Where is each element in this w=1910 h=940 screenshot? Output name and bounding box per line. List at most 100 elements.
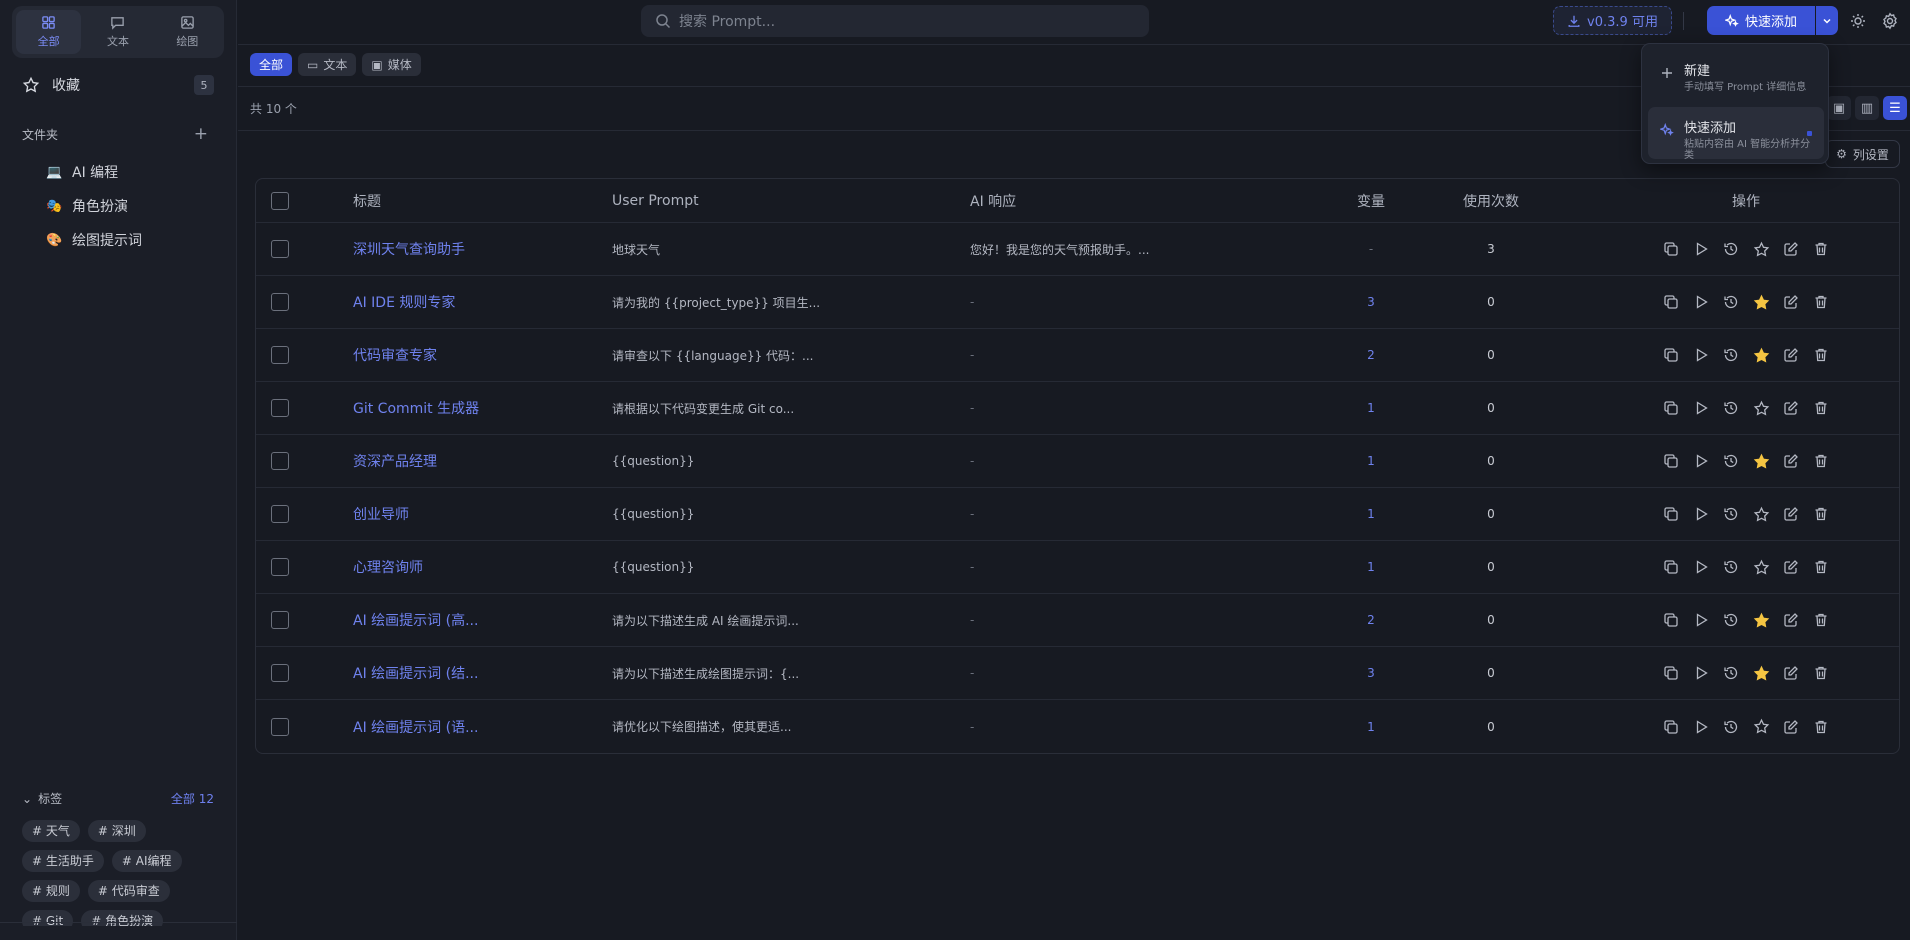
copy-icon[interactable]	[1662, 293, 1680, 311]
row-checkbox[interactable]	[271, 505, 289, 523]
prompt-title-link[interactable]: 深圳天气查询助手	[353, 223, 593, 275]
history-icon[interactable]	[1722, 452, 1740, 470]
header-title[interactable]: 标题	[353, 179, 593, 222]
variables-count[interactable]: 2	[1341, 594, 1401, 646]
play-icon[interactable]	[1692, 558, 1710, 576]
play-icon[interactable]	[1692, 346, 1710, 364]
prompt-title-link[interactable]: AI 绘画提示词 (高...	[353, 594, 593, 646]
tags-header[interactable]: ⌄ 标签 全部 12	[22, 790, 214, 807]
copy-icon[interactable]	[1662, 718, 1680, 736]
history-icon[interactable]	[1722, 718, 1740, 736]
copy-icon[interactable]	[1662, 611, 1680, 629]
table-row[interactable]: 创业导师 {{question}} - 1 0	[256, 488, 1899, 541]
trash-icon[interactable]	[1812, 399, 1830, 417]
history-icon[interactable]	[1722, 611, 1740, 629]
play-icon[interactable]	[1692, 505, 1710, 523]
select-all-checkbox[interactable]	[271, 191, 289, 210]
header-response[interactable]: AI 响应	[970, 179, 1250, 222]
history-icon[interactable]	[1722, 346, 1740, 364]
tag-chip[interactable]: # 深圳	[87, 820, 146, 842]
tag-chip[interactable]: # Git	[22, 910, 74, 926]
prompt-title-link[interactable]: 资深产品经理	[353, 435, 593, 487]
edit-icon[interactable]	[1782, 505, 1800, 523]
table-row[interactable]: AI 绘画提示词 (高... 请为以下描述生成 AI 绘画提示词... - 2 0	[256, 594, 1899, 647]
search-input[interactable]: 搜索 Prompt...	[641, 5, 1149, 37]
menu-item-new[interactable]: 新建 手动填写 Prompt 详细信息	[1648, 50, 1824, 102]
header-usage[interactable]: 使用次数	[1456, 179, 1526, 222]
variables-count[interactable]: 1	[1341, 488, 1401, 540]
edit-icon[interactable]	[1782, 611, 1800, 629]
copy-icon[interactable]	[1662, 505, 1680, 523]
prompt-title-link[interactable]: 心理咨询师	[353, 541, 593, 593]
edit-icon[interactable]	[1782, 399, 1800, 417]
tag-chip[interactable]: # AI编程	[111, 850, 182, 872]
edit-icon[interactable]	[1782, 558, 1800, 576]
table-row[interactable]: AI IDE 规则专家 请为我的 {{project_type}} 项目生... -…	[256, 276, 1899, 329]
prompt-title-link[interactable]: 代码审查专家	[353, 329, 593, 381]
copy-icon[interactable]	[1662, 240, 1680, 258]
edit-icon[interactable]	[1782, 240, 1800, 258]
star-icon[interactable]	[1752, 240, 1770, 258]
play-icon[interactable]	[1692, 611, 1710, 629]
segment-all[interactable]: 全部	[16, 10, 82, 54]
variables-count[interactable]: 1	[1341, 700, 1401, 753]
folder-item-ai-coding[interactable]: 💻 AI 编程	[46, 162, 216, 182]
row-checkbox[interactable]	[271, 452, 289, 470]
edit-icon[interactable]	[1782, 664, 1800, 682]
copy-icon[interactable]	[1662, 452, 1680, 470]
history-icon[interactable]	[1722, 505, 1740, 523]
favorites-item[interactable]: 收藏 5	[22, 73, 214, 97]
prompt-title-link[interactable]: Git Commit 生成器	[353, 382, 593, 434]
prompt-title-link[interactable]: 创业导师	[353, 488, 593, 540]
trash-icon[interactable]	[1812, 611, 1830, 629]
edit-icon[interactable]	[1782, 346, 1800, 364]
row-checkbox[interactable]	[271, 558, 289, 576]
tag-chip[interactable]: # 规则	[22, 880, 80, 902]
filter-all[interactable]: 全部	[250, 53, 293, 76]
copy-icon[interactable]	[1662, 399, 1680, 417]
trash-icon[interactable]	[1812, 558, 1830, 576]
edit-icon[interactable]	[1782, 718, 1800, 736]
trash-icon[interactable]	[1812, 452, 1830, 470]
history-icon[interactable]	[1722, 558, 1740, 576]
header-variables[interactable]: 变量	[1341, 179, 1401, 222]
add-folder-icon[interactable]: +	[194, 124, 208, 144]
trash-icon[interactable]	[1812, 293, 1830, 311]
settings-button[interactable]	[1881, 12, 1899, 30]
theme-toggle-button[interactable]	[1849, 12, 1867, 30]
edit-icon[interactable]	[1782, 293, 1800, 311]
variables-count[interactable]: 1	[1341, 541, 1401, 593]
copy-icon[interactable]	[1662, 346, 1680, 364]
row-checkbox[interactable]	[271, 717, 289, 736]
table-row[interactable]: 深圳天气查询助手 地球天气 您好！我是您的天气预报助手。... - 3	[256, 223, 1899, 276]
play-icon[interactable]	[1692, 293, 1710, 311]
trash-icon[interactable]	[1812, 505, 1830, 523]
star-icon[interactable]	[1752, 346, 1770, 364]
prompt-title-link[interactable]: AI 绘画提示词 (结...	[353, 647, 593, 699]
tag-chip[interactable]: # 生活助手	[22, 850, 104, 872]
table-row[interactable]: AI 绘画提示词 (语... 请优化以下绘图描述，使其更适... - 1 0	[256, 700, 1899, 753]
copy-icon[interactable]	[1662, 664, 1680, 682]
star-icon[interactable]	[1752, 399, 1770, 417]
tag-chip[interactable]: # 代码审查	[87, 880, 170, 902]
row-checkbox[interactable]	[271, 240, 289, 258]
star-icon[interactable]	[1752, 611, 1770, 629]
variables-count[interactable]: 2	[1341, 329, 1401, 381]
filter-text[interactable]: ▭ 文本	[298, 53, 357, 76]
variables-count[interactable]: 1	[1341, 435, 1401, 487]
copy-icon[interactable]	[1662, 558, 1680, 576]
history-icon[interactable]	[1722, 293, 1740, 311]
prompt-title-link[interactable]: AI IDE 规则专家	[353, 276, 593, 328]
variables-count[interactable]: 3	[1341, 276, 1401, 328]
trash-icon[interactable]	[1812, 664, 1830, 682]
history-icon[interactable]	[1722, 240, 1740, 258]
folder-item-roleplay[interactable]: 🎭 角色扮演	[46, 196, 216, 216]
row-checkbox[interactable]	[271, 293, 289, 311]
kanban-view-button[interactable]: ▥	[1855, 96, 1879, 120]
table-row[interactable]: AI 绘画提示词 (结... 请为以下描述生成绘图提示词：{... - 3 0	[256, 647, 1899, 700]
play-icon[interactable]	[1692, 452, 1710, 470]
tag-chip[interactable]: # 角色扮演	[81, 910, 164, 926]
trash-icon[interactable]	[1812, 240, 1830, 258]
list-view-button[interactable]: ☰	[1883, 96, 1907, 120]
filter-media[interactable]: ▣ 媒体	[362, 53, 421, 76]
